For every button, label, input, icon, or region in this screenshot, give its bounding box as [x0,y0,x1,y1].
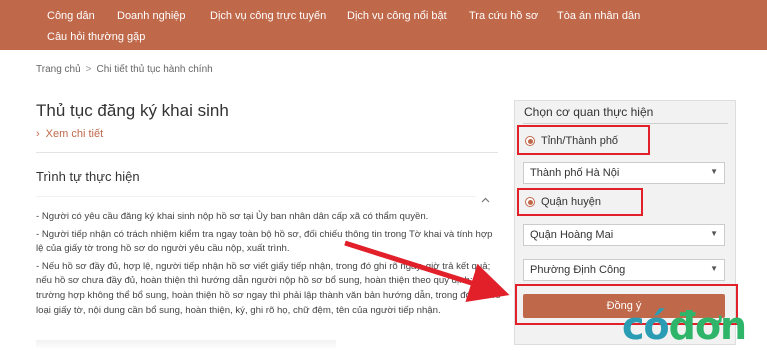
highlight-district-option [517,188,643,216]
logo-part-2: đơn [668,304,747,348]
panel-title-divider [523,123,728,124]
ward-select-value: Phường Định Công [530,264,626,276]
view-detail-label: Xem chi tiết [45,128,104,140]
cut-off-text-line [36,340,336,348]
chevron-up-icon[interactable] [481,194,490,206]
ward-select[interactable]: Phường Định Công ▼ [523,259,725,281]
breadcrumb: Trang chủ > Chi tiết thủ tục hành chính [36,64,213,75]
nav-item-cau-hoi-thuong-gap[interactable]: Câu hỏi thường gặp [47,31,145,43]
view-detail-link[interactable]: › Xem chi tiết [36,128,103,140]
district-select-value: Quận Hoàng Mai [530,229,614,241]
breadcrumb-home-link[interactable]: Trang chủ [36,64,81,75]
chevron-down-icon: ▼ [710,264,718,273]
top-navigation-bar: Công dân Doanh nghiệp Dịch vụ công trực … [0,0,767,50]
chevron-down-icon: ▼ [710,167,718,176]
section-title: Trình tự thực hiện [36,169,140,184]
section-divider [36,196,476,197]
nav-item-dich-vu-cong-noi-bat[interactable]: Dịch vụ công nổi bật [347,10,447,22]
panel-title: Chọn cơ quan thực hiện [524,105,654,119]
chevron-down-icon: ▼ [710,229,718,238]
highlight-province-option [517,125,650,155]
procedure-text: - Người có yêu cầu đăng ký khai sinh nộp… [36,210,502,321]
page-title: Thủ tục đăng ký khai sinh [36,101,229,120]
divider [36,152,498,153]
district-select[interactable]: Quận Hoàng Mai ▼ [523,224,725,246]
nav-item-toa-an-nhan-dan[interactable]: Tòa án nhân dân [557,10,640,22]
nav-item-tra-cuu-ho-so[interactable]: Tra cứu hồ sơ [469,10,538,22]
procedure-paragraph: - Người tiếp nhận có trách nhiệm kiểm tr… [36,228,493,255]
procedure-paragraph: - Nếu hồ sơ đầy đủ, hợp lệ, người tiếp n… [36,260,501,316]
nav-item-cong-dan[interactable]: Công dân [47,10,95,22]
codon-logo: cóđơn [622,304,747,348]
logo-part-1: có [622,304,670,348]
breadcrumb-current: Chi tiết thủ tục hành chính [96,64,213,75]
breadcrumb-separator: > [85,64,92,75]
procedure-paragraph: - Người có yêu cầu đăng ký khai sinh nộp… [36,211,429,222]
nav-item-doanh-nghiep[interactable]: Doanh nghiệp [117,10,186,22]
chevron-right-icon: › [36,128,40,140]
province-select[interactable]: Thành phố Hà Nội ▼ [523,162,725,184]
province-select-value: Thành phố Hà Nội [530,167,620,179]
nav-item-dich-vu-cong-truc-tuyen[interactable]: Dịch vụ công trực tuyến [210,10,326,22]
